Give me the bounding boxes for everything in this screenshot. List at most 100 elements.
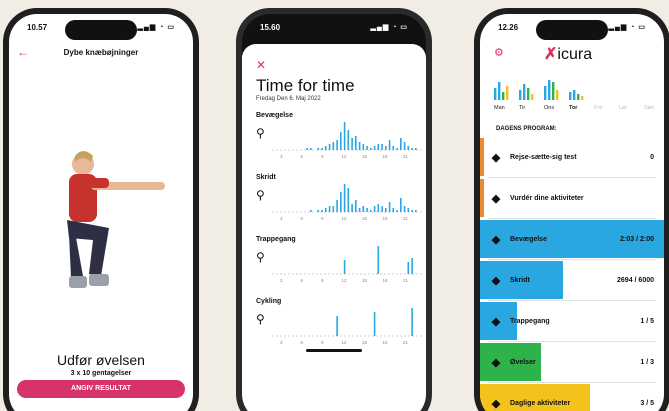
tick-label: 15 xyxy=(362,154,368,159)
hour-bar xyxy=(325,208,327,212)
submit-result-button[interactable]: ANGIV RESULTAT xyxy=(17,380,185,398)
walking-icon: ⚲ xyxy=(256,126,265,140)
notch xyxy=(65,20,137,40)
program-item-label: Vurdér dine aktiviteter xyxy=(510,194,584,202)
hour-bar xyxy=(385,146,387,150)
progress-fill xyxy=(480,179,484,217)
divider xyxy=(488,300,656,301)
tick-label: 6 xyxy=(301,278,304,283)
week-chart[interactable]: Man Tir Ons Tor Fre Lør Søn xyxy=(488,66,664,112)
signal-battery-icon: ▂▄▆ ◔ ▭ xyxy=(608,24,646,31)
tick-label: 9 xyxy=(321,278,324,283)
close-icon[interactable]: ✕ xyxy=(256,58,266,72)
program-item-label: Skridt xyxy=(510,276,530,284)
day-label: Fre xyxy=(594,105,602,111)
hour-bar xyxy=(343,260,346,274)
program-item-value: 1 / 3 xyxy=(640,358,654,366)
day-label: Man xyxy=(494,105,505,111)
program-item-label: Bevægelse xyxy=(510,235,547,243)
program-item-value: 3 / 5 xyxy=(640,399,654,407)
hour-bar xyxy=(388,202,391,212)
divider xyxy=(488,259,656,260)
hour-bar xyxy=(373,206,376,212)
tick-label: 9 xyxy=(321,216,324,221)
divider xyxy=(488,218,656,219)
signal-battery-icon: ▂▄▆ ◔ ▭ xyxy=(370,24,408,31)
phone-dashboard: 12.26 ▂▄▆ ◔ ▭ ⚙ ✗icura Man Tir Ons Tor Fre Lø… xyxy=(474,8,669,411)
hour-bar xyxy=(358,208,361,212)
week-bar xyxy=(581,96,584,100)
program-item-label: Trappegang xyxy=(510,317,550,325)
week-bar xyxy=(531,94,534,100)
hour-bar xyxy=(351,138,353,150)
hour-bar xyxy=(336,140,338,150)
activity-label: Skridt xyxy=(256,174,276,181)
home-indicator xyxy=(306,349,362,352)
tick-label: 6 xyxy=(301,154,304,159)
tick-label: 6 xyxy=(301,340,304,345)
phone-exercise: 10.57 ▂▄▆ ◔ ▭ ← Dybe knæbøjninger Udfør … xyxy=(3,8,199,411)
daily-activity-icon: ◆ xyxy=(491,397,501,410)
hourly-screen: 15.60 ▂▄▆ ◔ ▭ ✕ Time for time Fredag Den… xyxy=(242,14,426,411)
program-item[interactable]: ◆ Rejse-sætte-sig test 0 xyxy=(480,138,664,176)
program-item[interactable]: ◆ Trappegang 1 / 5 xyxy=(480,302,664,340)
hour-bar xyxy=(347,130,350,150)
app-logo: ✗icura xyxy=(544,44,592,64)
tick-label: 15 xyxy=(362,278,368,283)
program-item-value: 1 / 5 xyxy=(640,317,654,325)
hour-bar xyxy=(392,208,395,212)
divider xyxy=(488,382,656,383)
activity-label: Cykling xyxy=(256,298,282,305)
dashboard-screen: 12.26 ▂▄▆ ◔ ▭ ⚙ ✗icura Man Tir Ons Tor Fre Lø… xyxy=(480,14,664,411)
hour-bar xyxy=(325,146,327,150)
week-bar xyxy=(506,86,509,100)
hour-bar xyxy=(403,206,406,212)
progress-fill xyxy=(480,138,484,176)
hour-bar xyxy=(415,210,417,212)
status-time: 12.26 xyxy=(498,23,519,32)
hour-bar xyxy=(362,206,365,212)
tick-label: 12 xyxy=(342,154,348,159)
week-bar xyxy=(519,90,522,100)
week-bar xyxy=(548,80,551,100)
hour-bar xyxy=(362,144,365,150)
hour-bar xyxy=(385,208,387,212)
hour-bar xyxy=(411,210,413,212)
hour-bar xyxy=(317,148,320,150)
program-item[interactable]: ◆ Øvelser 1 / 3 xyxy=(480,343,664,381)
hour-bar xyxy=(328,206,331,212)
signal-battery-icon: ▂▄▆ ◔ ▭ xyxy=(137,24,175,31)
walking-icon: ◆ xyxy=(491,233,501,246)
tick-label: 18 xyxy=(383,278,389,283)
hour-bar xyxy=(411,258,413,274)
program-item[interactable]: ◆ Skridt 2694 / 6000 xyxy=(480,261,664,299)
hour-bar xyxy=(381,206,383,212)
tick-label: 18 xyxy=(383,216,389,221)
hour-bar xyxy=(358,142,361,150)
hour-bar xyxy=(373,312,376,336)
hourly-chart: 3 6 9 12 15 18 21 xyxy=(272,308,422,345)
steps-icon: ⚲ xyxy=(256,188,265,202)
divider xyxy=(488,177,656,178)
hour-bar xyxy=(366,146,368,150)
week-bar xyxy=(523,84,526,100)
settings-gear-icon[interactable]: ⚙ xyxy=(494,46,504,59)
program-item[interactable]: ◆ Vurdér dine aktiviteter xyxy=(480,179,664,217)
hour-bar xyxy=(355,200,357,212)
hour-bar xyxy=(343,122,346,150)
hourly-chart: 3 6 9 12 15 18 21 xyxy=(272,184,422,221)
tick-label: 9 xyxy=(321,154,324,159)
hour-bar xyxy=(351,204,353,212)
hour-bar xyxy=(415,148,417,150)
hour-bar xyxy=(366,208,368,212)
program-item[interactable]: ◆ Bevægelse 2:03 / 2:00 xyxy=(480,220,664,258)
week-bar xyxy=(527,88,530,100)
hour-bar xyxy=(407,146,410,150)
hour-bar xyxy=(377,204,380,212)
tick-label: 3 xyxy=(280,278,283,283)
week-bar xyxy=(544,86,547,100)
program-item[interactable]: ◆ Daglige aktiviteter 3 / 5 xyxy=(480,384,664,411)
hour-bar xyxy=(396,210,398,212)
program-heading: DAGENS PROGRAM: xyxy=(496,126,557,132)
bike-icon: ⚲ xyxy=(256,312,265,326)
